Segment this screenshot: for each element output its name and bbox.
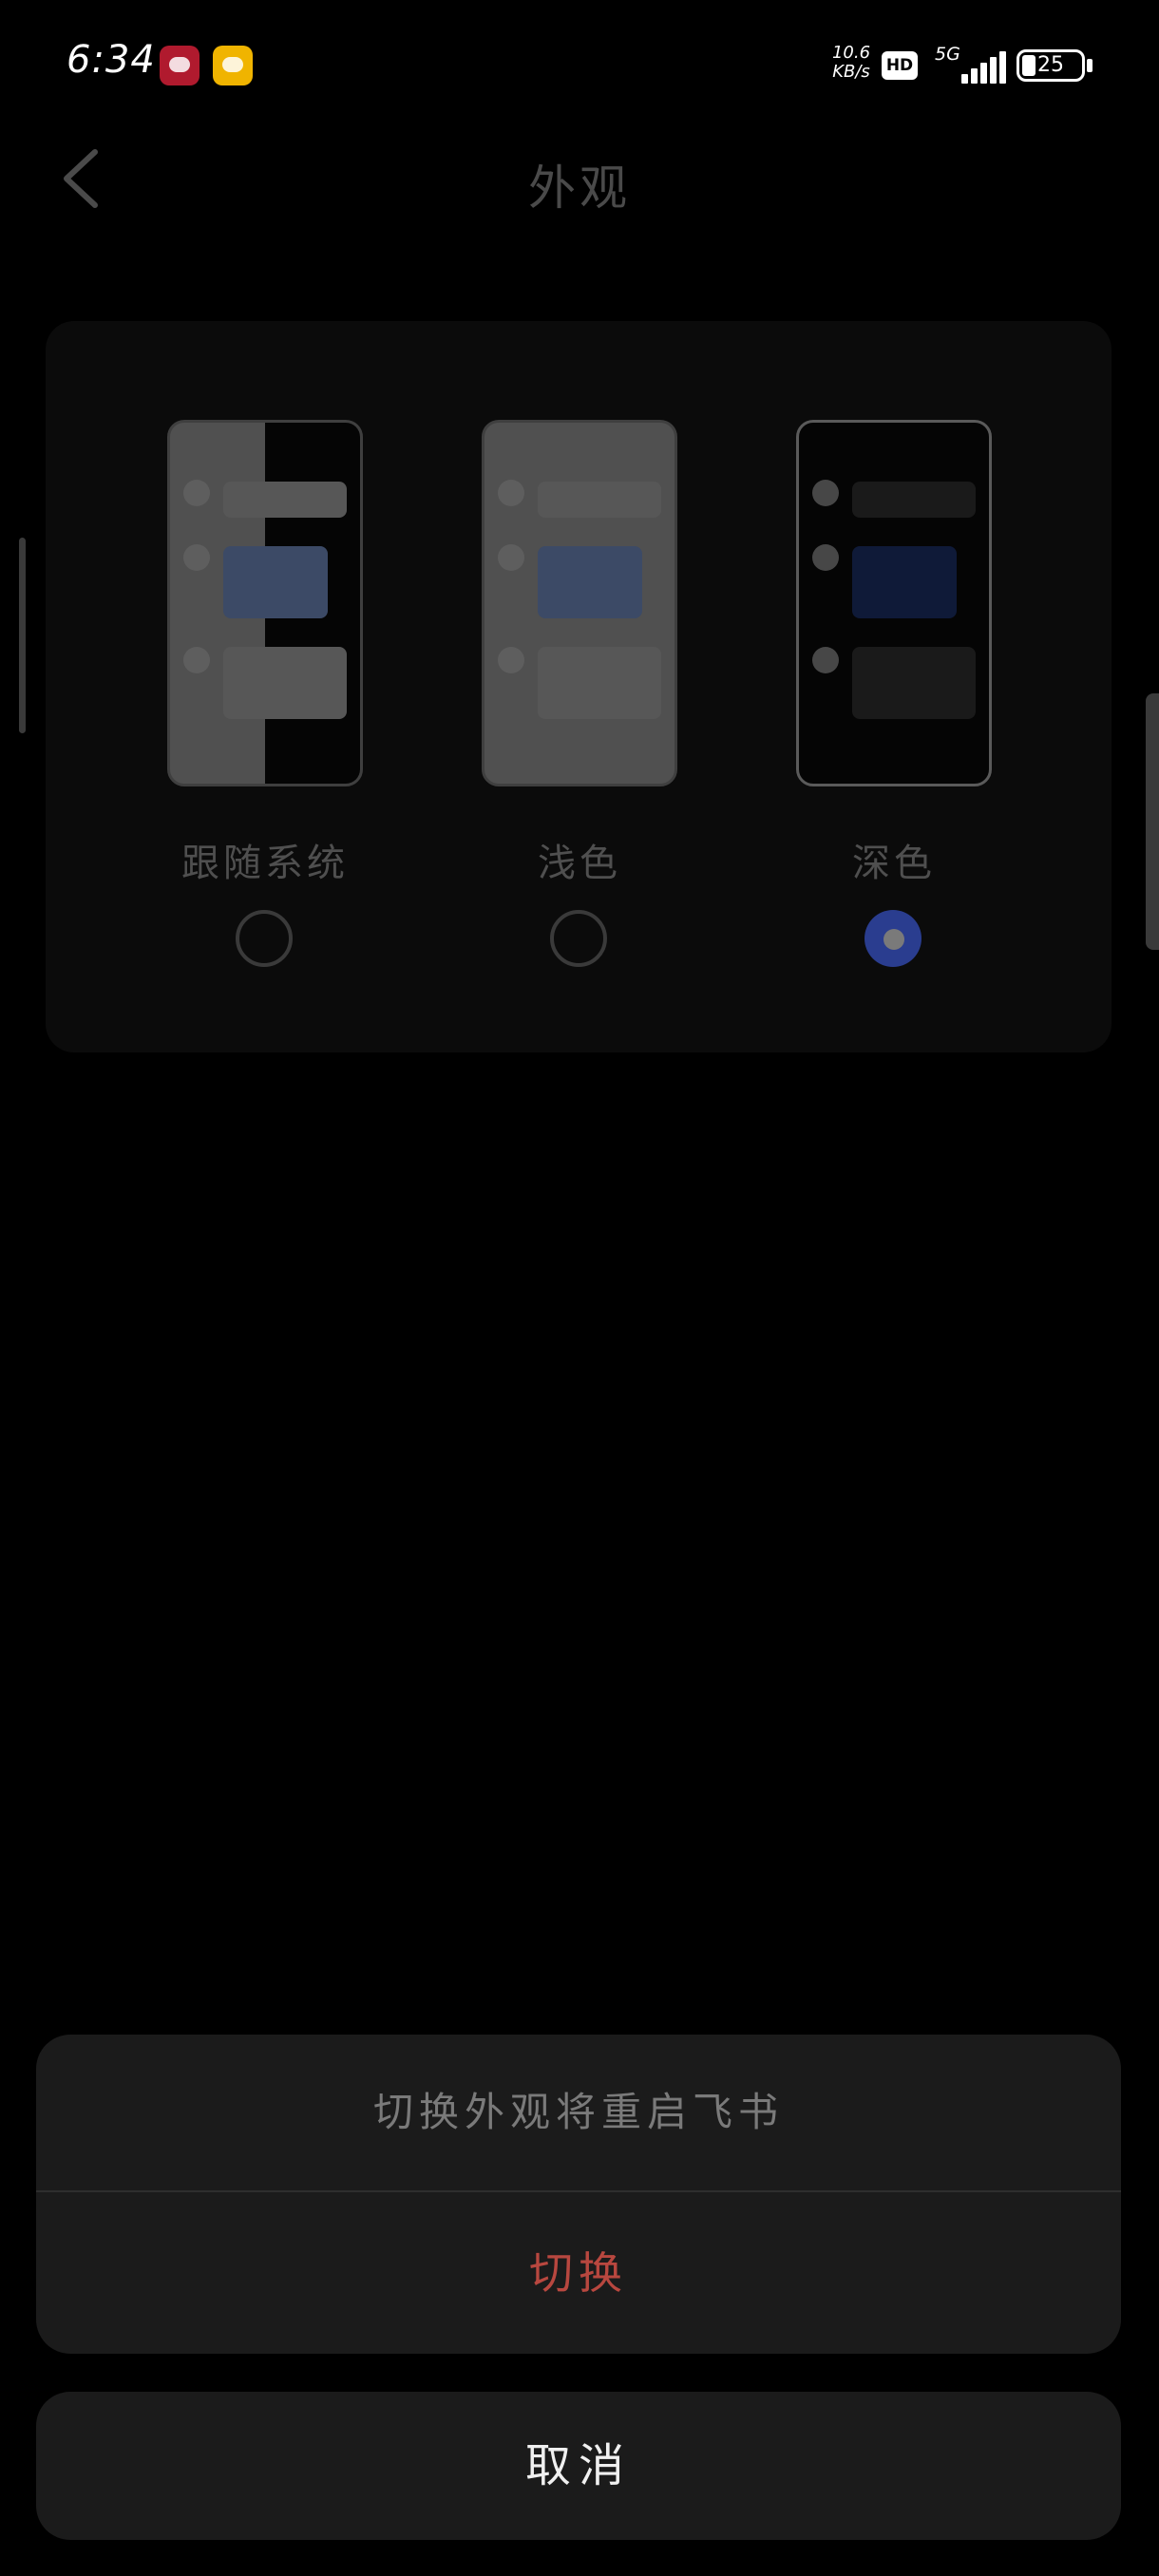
battery-icon: 25 <box>1016 49 1085 82</box>
radio-follow-system[interactable] <box>236 910 293 967</box>
battery-cap <box>1087 59 1092 72</box>
option-label-dark: 深色 <box>852 842 936 885</box>
status-bar: 6:34 10.6 KB/s HD 5G 25 <box>0 0 1159 133</box>
status-time: 6:34 <box>66 38 156 82</box>
option-label-follow-system: 跟随系统 <box>181 842 349 885</box>
signal-icon <box>935 51 1006 84</box>
app-notification-icon <box>160 46 200 85</box>
follow-system-preview[interactable] <box>167 420 363 786</box>
radio-selected-dot <box>884 929 904 950</box>
battery-level: 25 <box>1037 53 1064 77</box>
switch-button[interactable]: 切换 <box>36 2192 1121 2354</box>
radio-light[interactable] <box>550 910 607 967</box>
network-speed: 10.6 KB/s <box>828 44 874 82</box>
sheet-message: 切换外观将重启飞书 <box>372 2089 784 2135</box>
hd-icon: HD <box>882 51 918 80</box>
cancel-button[interactable]: 取消 <box>36 2392 1121 2540</box>
network-speed-value: 10.6 <box>831 43 871 63</box>
scroll-indicator <box>19 538 26 733</box>
app-notification-icon <box>213 46 253 85</box>
network-speed-unit: KB/s <box>832 62 870 82</box>
dark-preview[interactable] <box>796 420 992 786</box>
edge-handle[interactable] <box>1146 693 1159 950</box>
light-preview[interactable] <box>482 420 677 786</box>
option-label-light: 浅色 <box>538 842 621 885</box>
action-sheet: 切换外观将重启飞书 切换 <box>36 2035 1121 2354</box>
radio-dark-selected[interactable] <box>864 910 922 967</box>
page-title: 外观 <box>528 161 631 216</box>
